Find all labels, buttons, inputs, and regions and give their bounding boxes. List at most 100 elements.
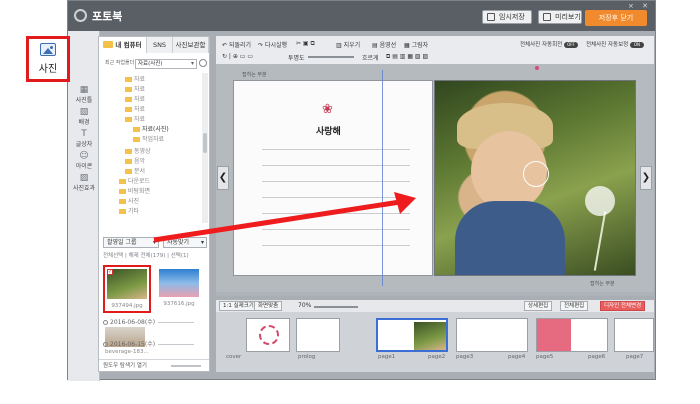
tab-my-computer[interactable]: 내 컴퓨터 [99, 37, 147, 53]
toggle-on: ON [629, 41, 644, 48]
page-caption: page5 [536, 354, 554, 360]
tree-item[interactable]: 사진 [119, 197, 139, 206]
window-controls[interactable]: ⨯ ✕ [628, 2, 651, 10]
tree-item[interactable]: 자료 [125, 75, 145, 84]
delete-button[interactable]: ▥ 지우기 [336, 40, 360, 49]
page-caption: prolog [298, 354, 316, 360]
collapse-icon [103, 320, 108, 325]
thumbnail-image [159, 269, 199, 297]
tree-item[interactable]: 기타 [119, 207, 139, 216]
undo-button[interactable]: ↶ 되돌리기 [222, 40, 251, 49]
rail-label: 아이콘 [75, 163, 93, 170]
align-icons[interactable]: ↻ | ⊕ ▭ ▭ [222, 53, 253, 60]
page-thumb-cover[interactable] [246, 318, 290, 352]
page-caption: page2 [428, 354, 446, 360]
explorer-open-bar[interactable]: 원도우 탐색기 열기 [99, 359, 209, 371]
check-icon[interactable]: ✓ [107, 269, 113, 275]
tool-rail: ▦ 사진틀 ▧ 배경 T 글상자 ☺ 아이콘 ▨ 사진효과 [68, 31, 100, 381]
rail-item-photo-frame[interactable]: ▦ 사진틀 [68, 85, 100, 104]
thumbnail-caption: 937494.jpg [111, 303, 143, 309]
detail-edit-button[interactable]: 상세편집 [524, 301, 553, 311]
prev-page-button[interactable]: ❮ [217, 166, 229, 190]
photo-tool-label: 사진 [38, 64, 58, 75]
recent-folder-value: 자료(사진) [138, 61, 163, 67]
page-thumb-spread-2[interactable] [456, 318, 528, 352]
arrange-icons[interactable]: ⧉ ▤ ▥ ▦ ▧ ▨ [386, 53, 428, 61]
next-page-button[interactable]: ❯ [640, 166, 652, 190]
frame-icon: ▦ [79, 85, 89, 95]
photo-thumbnail[interactable]: 937616.jpg [157, 267, 201, 309]
page-photo[interactable] [434, 80, 636, 276]
rose-icon: ❀ [322, 102, 333, 117]
tree-item[interactable]: 자료 [125, 115, 145, 124]
refresh-icon[interactable] [199, 59, 207, 67]
real-size-button[interactable]: 1:1 실제크기 [219, 301, 258, 311]
photo-tool-callout[interactable]: 사진 [26, 36, 70, 82]
page-thumb-prolog[interactable] [296, 318, 340, 352]
tree-item[interactable]: 자료 [125, 85, 145, 94]
tree-item[interactable]: 동영상 [125, 147, 151, 156]
preview-label: 미리보기 [555, 13, 581, 21]
all-edit-button[interactable]: 전체편집 [560, 301, 589, 311]
collapse-icon [103, 342, 108, 347]
thumbnail-image [107, 269, 147, 299]
page-thumb-spread-3[interactable] [536, 318, 608, 352]
photo-thumbnail-selected[interactable]: ✓ 937494.jpg [103, 265, 151, 313]
page-thumb-spread-1[interactable] [376, 318, 448, 352]
grid-button[interactable]: ▦ 그림자 [404, 40, 428, 49]
monitor-icon [543, 13, 551, 21]
shadow-button[interactable]: ▤ 음영선 [372, 40, 396, 49]
distance-label: 흐르게 [362, 55, 379, 62]
thumbnail-caption: 937616.jpg [163, 301, 195, 307]
rail-item-photo-effect[interactable]: ▨ 사진효과 [68, 173, 100, 192]
date-group-header-2[interactable]: 2016-06-15(수) [103, 339, 207, 348]
title-bar: 포토북 ⨯ ✕ 임시저장 미리보기 저장후 닫기 [68, 1, 655, 31]
thumb-size-slider[interactable] [171, 365, 201, 367]
rail-label: 사진틀 [75, 97, 93, 104]
rail-label: 사진효과 [72, 185, 96, 192]
love-logo-text[interactable]: 사랑해 [316, 124, 341, 137]
auto-correct-toggle[interactable]: 전체사진 자동보정 ON [586, 40, 644, 48]
crop-handle-icon[interactable] [523, 161, 549, 187]
explorer-open-label: 원도우 탐색기 열기 [103, 363, 147, 369]
rail-label: 배경 [78, 119, 90, 126]
page-thumb-spread-4[interactable] [614, 318, 654, 352]
rail-item-textbox[interactable]: T 글상자 [68, 129, 100, 148]
preview-button[interactable]: 미리보기 [538, 10, 582, 24]
tab-photo-storage[interactable]: 사진보관함 [173, 37, 209, 53]
tree-item[interactable]: 문서 [125, 167, 145, 176]
opacity-slider[interactable] [308, 56, 354, 58]
chevron-down-icon: ▾ [190, 60, 194, 67]
rail-label: 글상자 [75, 141, 93, 148]
redo-button[interactable]: ↷ 다시실행 [258, 40, 287, 49]
guide-line [382, 70, 383, 286]
tree-item[interactable]: 바탕화면 [119, 187, 150, 196]
dandelion-icon [585, 186, 615, 216]
date-group-header[interactable]: 2016-06-08(수) [103, 317, 207, 326]
auto-rotate-toggle[interactable]: 전체사진 자동회전 OFF [520, 40, 578, 48]
rotate-handle-icon[interactable] [535, 66, 539, 70]
rail-item-icon[interactable]: ☺ 아이콘 [68, 151, 100, 170]
recent-folder-select[interactable]: 자료(사진) ▾ [135, 59, 197, 69]
tree-item-selected[interactable]: 자료(사진) [133, 125, 169, 134]
fit-screen-button[interactable]: 화면맞춤 [254, 301, 283, 311]
tool-icons[interactable]: ✂ ▣ ⧉ [296, 40, 315, 48]
sort-group-value: 촬영일 그룹 [107, 239, 137, 246]
tab-sns[interactable]: SNS [147, 37, 173, 53]
tree-item[interactable]: 자료 [125, 105, 145, 114]
smile-icon: ☺ [79, 151, 89, 161]
zoom-level: 70% [298, 302, 312, 309]
tree-item[interactable]: 작업자료 [133, 135, 164, 144]
design-change-button[interactable]: 디자인 전체변경 [600, 301, 646, 311]
tree-item[interactable]: 음악 [125, 157, 145, 166]
rail-item-background[interactable]: ▧ 배경 [68, 107, 100, 126]
temp-save-button[interactable]: 임시저장 [482, 10, 532, 24]
page-caption: page7 [626, 354, 644, 360]
save-close-button[interactable]: 저장후 닫기 [585, 10, 647, 26]
tree-item[interactable]: 다운로드 [119, 177, 150, 186]
thumbnail-caption: beverage-183... [105, 349, 149, 355]
selection-count: 전체선택 | 해제 전체(179) | 선택(1) [103, 253, 189, 259]
effect-icon: ▨ [79, 173, 89, 183]
zoom-slider[interactable] [314, 306, 358, 308]
tree-item[interactable]: 자료 [125, 95, 145, 104]
